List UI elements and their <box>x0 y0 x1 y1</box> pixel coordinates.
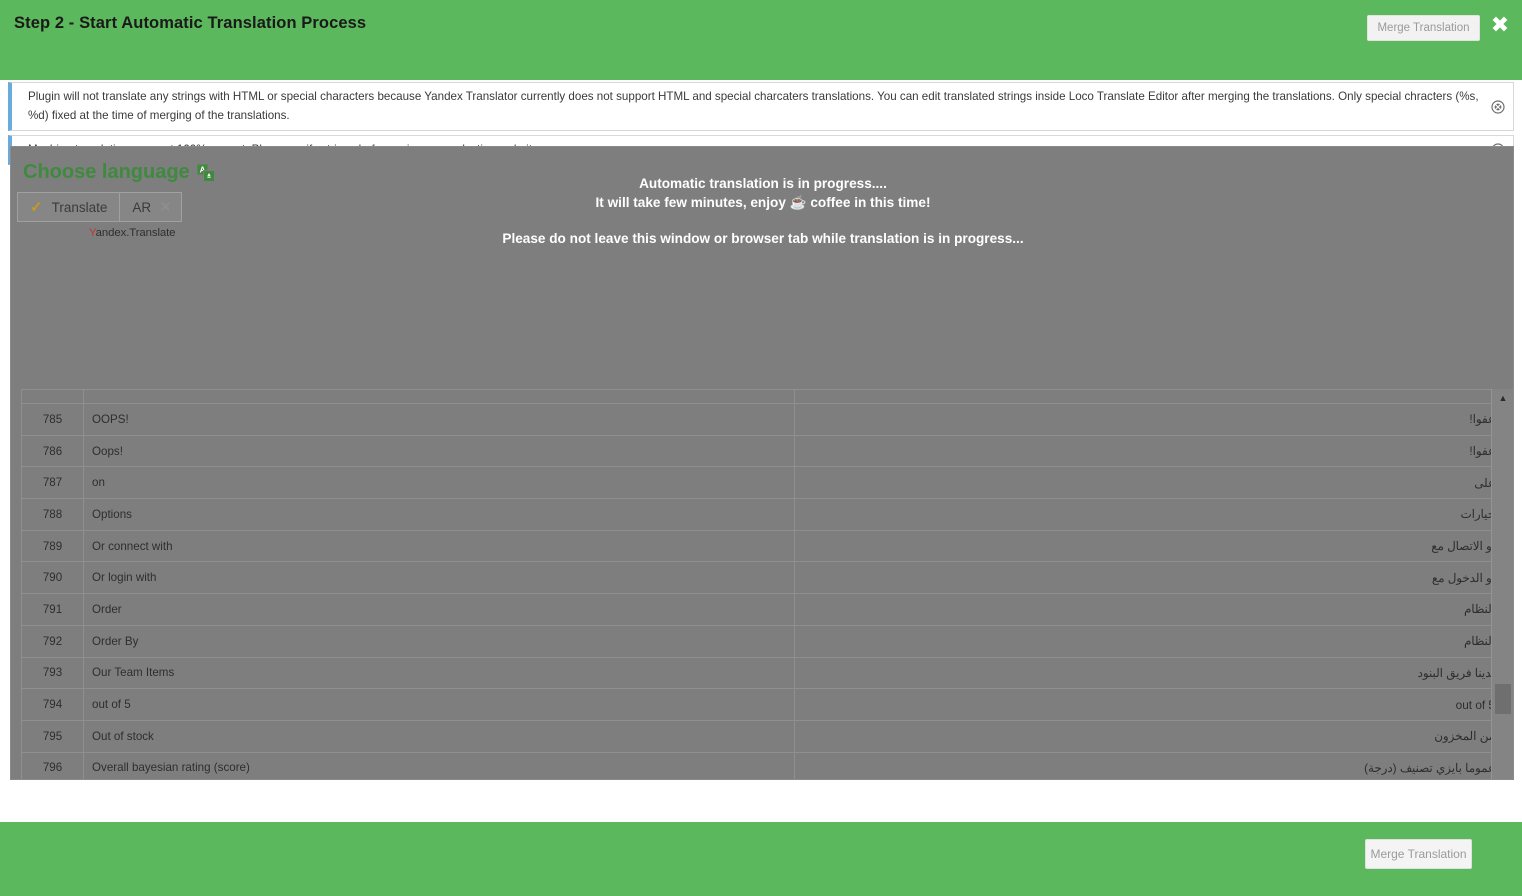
row-source[interactable]: Oops! <box>83 434 795 468</box>
row-target[interactable]: أو الدخول مع <box>794 561 1504 595</box>
table-row: 793 Our Team Items لدينا فريق البنود <box>21 656 1504 690</box>
progress-line-1: Automatic translation is in progress.... <box>639 176 887 191</box>
row-source[interactable]: OOPS! <box>83 403 795 436</box>
row-target[interactable]: خيارات <box>794 498 1504 531</box>
row-number: 794 <box>21 688 84 721</box>
translation-modal: Step 2 - Start Automatic Translation Pro… <box>0 0 1522 896</box>
row-number: 796 <box>21 751 84 779</box>
merge-translation-button-header[interactable]: Merge Translation <box>1367 15 1480 41</box>
table-row: 792 Order By النظام <box>21 624 1504 658</box>
row-source[interactable]: on <box>83 466 795 500</box>
row-number: 787 <box>21 466 84 500</box>
row-number: 785 <box>21 403 84 436</box>
strings-table-body: 785 OOPS! عفوا! 786 Oops! عفوا! 787 on على 788 Opt… <box>21 389 1504 779</box>
progress-line-3: Please do not leave this window or brows… <box>502 231 1024 246</box>
coffee-cup-icon: ☕ <box>789 194 807 210</box>
row-target[interactable]: out of 5 <box>794 688 1504 721</box>
row-target[interactable]: من المخزون <box>794 719 1504 753</box>
row-target[interactable]: النظام <box>794 593 1504 626</box>
row-target[interactable]: لدينا فريق البنود <box>794 656 1504 690</box>
row-source[interactable]: Options <box>83 498 795 531</box>
row-target[interactable]: النظام <box>794 624 1504 658</box>
progress-line-2-prefix: It will take few minutes, enjoy <box>595 194 786 210</box>
merge-translation-button-footer[interactable]: Merge Translation <box>1365 839 1472 869</box>
row-source[interactable]: Order <box>83 593 795 626</box>
row-target[interactable]: أو الاتصال مع <box>794 529 1504 563</box>
notice-text: Plugin will not translate any strings wi… <box>28 90 1479 122</box>
page-title: Step 2 - Start Automatic Translation Pro… <box>14 14 367 32</box>
row-source[interactable]: Or connect with <box>83 529 795 563</box>
row-number: 791 <box>21 593 84 626</box>
row-number: 795 <box>21 719 84 753</box>
scroll-up-arrow-icon[interactable]: ▲ <box>1492 389 1513 407</box>
table-row: 796 Overall bayesian rating (score) عموما … <box>21 751 1504 779</box>
table-row: 794 out of 5 out of 5 <box>21 688 1504 721</box>
row-number <box>21 389 84 404</box>
progress-line-2: It will take few minutes, enjoy ☕ coffee… <box>11 194 1513 213</box>
table-row: 785 OOPS! عفوا! <box>21 403 1504 436</box>
modal-header: Step 2 - Start Automatic Translation Pro… <box>0 0 1522 80</box>
row-number: 786 <box>21 434 84 468</box>
table-row: 786 Oops! عفوا! <box>21 434 1504 468</box>
row-source[interactable]: Out of stock <box>83 719 795 753</box>
table-vertical-scrollbar[interactable]: ▲ ▼ <box>1491 389 1513 779</box>
row-number: 790 <box>21 561 84 595</box>
row-number: 792 <box>21 624 84 658</box>
row-number: 788 <box>21 498 84 531</box>
circle-close-icon[interactable] <box>1491 99 1505 114</box>
row-target[interactable]: عموما بايزي تصنيف (درجة) <box>794 751 1504 779</box>
table-row: 795 Out of stock من المخزون <box>21 719 1504 753</box>
row-number: 793 <box>21 656 84 690</box>
progress-line-2-suffix: coffee in this time! <box>810 194 931 210</box>
translation-progress-overlay: Choose language A ✓ Translate AR ✕ Yande… <box>10 146 1514 780</box>
row-source[interactable]: Our Team Items <box>83 656 795 690</box>
row-source[interactable]: Overall bayesian rating (score) <box>83 751 795 779</box>
row-target[interactable]: على <box>794 466 1504 500</box>
row-target[interactable]: عفوا! <box>794 403 1504 436</box>
row-target[interactable]: عفوا! <box>794 434 1504 468</box>
table-row: 791 Order النظام <box>21 593 1504 626</box>
table-row: 788 Options خيارات <box>21 498 1504 531</box>
modal-footer: Merge Translation <box>0 822 1522 896</box>
table-row: 789 Or connect with أو الاتصال مع <box>21 529 1504 563</box>
strings-table-container[interactable]: 785 OOPS! عفوا! 786 Oops! عفوا! 787 on على 788 Opt… <box>21 389 1513 779</box>
scrollbar-thumb[interactable] <box>1495 684 1511 714</box>
table-row-clipped <box>21 389 1504 404</box>
row-target[interactable] <box>794 389 1504 404</box>
row-source[interactable]: Or login with <box>83 561 795 595</box>
table-row: 787 on على <box>21 466 1504 500</box>
row-source[interactable] <box>83 389 795 404</box>
table-row: 790 Or login with أو الدخول مع <box>21 561 1504 595</box>
strings-table: 785 OOPS! عفوا! 786 Oops! عفوا! 787 on على 788 Opt… <box>21 389 1504 779</box>
close-icon[interactable]: ✖ <box>1488 14 1512 40</box>
row-source[interactable]: out of 5 <box>83 688 795 721</box>
notice-html-limitation: Plugin will not translate any strings wi… <box>8 82 1514 131</box>
row-source[interactable]: Order By <box>83 624 795 658</box>
row-number: 789 <box>21 529 84 563</box>
progress-message: Automatic translation is in progress....… <box>11 175 1513 249</box>
